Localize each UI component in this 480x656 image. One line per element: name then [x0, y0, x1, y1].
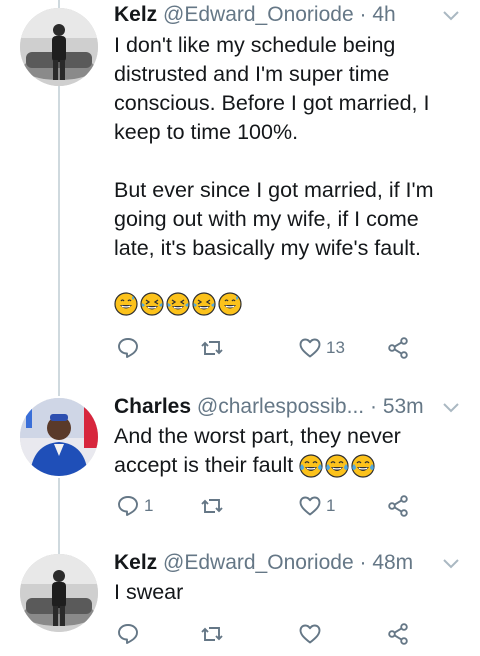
retweet-icon	[201, 499, 223, 513]
retweet-button[interactable]	[200, 491, 228, 521]
like-count: 1	[326, 496, 336, 515]
avatar[interactable]	[20, 554, 98, 632]
tweet[interactable]: Kelz @Edward_Onoriode · 4h I don't like …	[0, 0, 480, 380]
tweet-paragraph: I swear	[114, 580, 184, 604]
display-name[interactable]: Kelz	[114, 3, 157, 26]
reply-icon	[118, 338, 138, 358]
like-button[interactable]: 1	[298, 491, 335, 521]
tweet-header: Charles @charlespossib... · 53m	[114, 392, 424, 422]
tweet-text: I swear	[114, 578, 460, 607]
tweet-header: Kelz @Edward_Onoriode · 4h	[114, 0, 396, 30]
retweet-button[interactable]	[200, 619, 228, 649]
tears-of-joy-face-icon	[325, 454, 349, 478]
share-icon	[388, 337, 408, 359]
timestamp[interactable]: 53m	[383, 395, 424, 418]
rolling-laughing-face-icon	[192, 292, 216, 316]
user-handle[interactable]: @Edward_Onoriode	[163, 3, 354, 26]
tweet-header: Kelz @Edward_Onoriode · 48m	[114, 548, 413, 578]
emoji-row	[299, 454, 375, 478]
reply-icon	[118, 496, 138, 516]
rolling-laughing-face-icon	[140, 292, 164, 316]
chevron-down-icon[interactable]	[440, 396, 462, 418]
tweet-actions: 1 1	[114, 491, 414, 521]
display-name[interactable]: Kelz	[114, 551, 157, 574]
heart-icon	[299, 338, 321, 358]
like-count: 13	[326, 338, 345, 357]
share-button[interactable]	[386, 333, 410, 363]
separator-dot: ·	[359, 3, 367, 26]
timestamp[interactable]: 4h	[372, 3, 395, 26]
tweet[interactable]: Charles @charlespossib... · 53m And the …	[0, 392, 480, 532]
rolling-laughing-face-icon	[166, 292, 190, 316]
retweet-icon	[201, 627, 223, 641]
separator-dot: ·	[369, 395, 377, 418]
chevron-down-icon[interactable]	[440, 4, 462, 26]
timestamp[interactable]: 48m	[372, 551, 413, 574]
tweet-paragraph: I don't like my schedule being distruste…	[114, 33, 436, 144]
tears-of-joy-face-icon	[299, 454, 323, 478]
share-button[interactable]	[386, 619, 410, 649]
chevron-down-icon[interactable]	[440, 552, 462, 574]
tweet-actions	[114, 619, 414, 649]
reply-icon	[118, 624, 138, 644]
avatar[interactable]	[20, 398, 98, 476]
avatar[interactable]	[20, 8, 98, 86]
tweet-text: And the worst part, they never accept is…	[114, 422, 460, 480]
retweet-icon	[201, 341, 223, 355]
reply-count: 1	[144, 496, 154, 515]
emoji-row	[114, 292, 242, 316]
user-handle[interactable]: @Edward_Onoriode	[163, 551, 354, 574]
share-icon	[388, 623, 408, 645]
reply-button[interactable]	[116, 619, 144, 649]
tweet[interactable]: Kelz @Edward_Onoriode · 48m I swear	[0, 548, 480, 656]
heart-icon	[299, 496, 321, 516]
tweet-actions: 13	[114, 333, 414, 363]
grinning-sweat-face-icon	[218, 292, 242, 316]
tears-of-joy-face-icon	[351, 454, 375, 478]
separator-dot: ·	[359, 551, 367, 574]
share-button[interactable]	[386, 491, 410, 521]
reply-button[interactable]	[116, 333, 144, 363]
reply-button[interactable]: 1	[116, 491, 153, 521]
tweet-text: I don't like my schedule being distruste…	[114, 31, 460, 316]
share-icon	[388, 495, 408, 517]
display-name[interactable]: Charles	[114, 395, 191, 418]
retweet-button[interactable]	[200, 333, 228, 363]
tweet-paragraph: But ever since I got married, if I'm goi…	[114, 178, 440, 260]
grinning-sweat-face-icon	[114, 292, 138, 316]
user-handle[interactable]: @charlespossib...	[197, 395, 364, 418]
like-button[interactable]	[298, 619, 326, 649]
heart-icon	[299, 624, 321, 644]
like-button[interactable]: 13	[298, 333, 345, 363]
